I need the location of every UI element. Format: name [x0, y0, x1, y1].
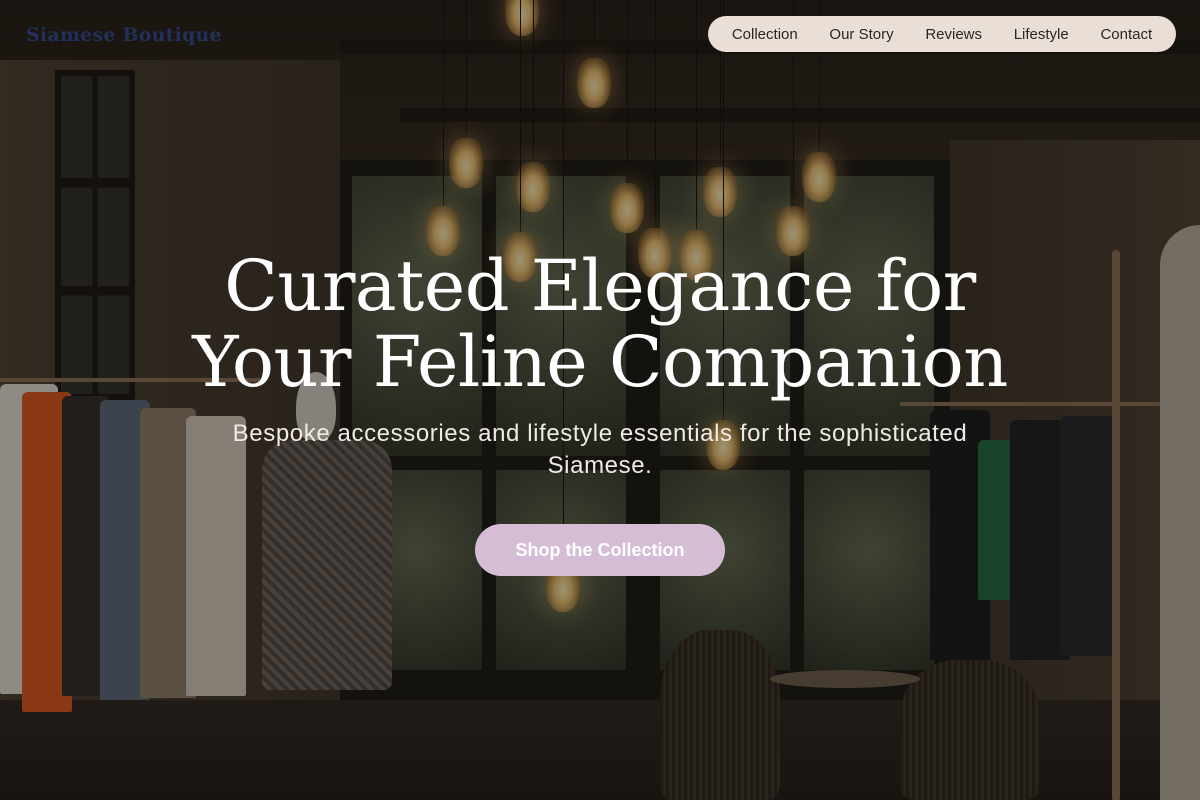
nav-contact[interactable]: Contact	[1100, 26, 1152, 43]
nav-reviews[interactable]: Reviews	[925, 26, 982, 43]
hero: Curated Elegance for Your Feline Compani…	[0, 248, 1200, 576]
nav-our-story[interactable]: Our Story	[829, 26, 893, 43]
nav-collection[interactable]: Collection	[732, 26, 798, 43]
hero-subtitle: Bespoke accessories and lifestyle essent…	[232, 420, 968, 479]
nav-lifestyle[interactable]: Lifestyle	[1014, 26, 1069, 43]
main-nav: Collection Our Story Reviews Lifestyle C…	[708, 16, 1176, 52]
shop-collection-button[interactable]: Shop the Collection	[475, 524, 725, 576]
hero-title: Curated Elegance for Your Feline Compani…	[192, 245, 1008, 403]
brand-logo[interactable]: Siamese Boutique	[26, 24, 222, 46]
